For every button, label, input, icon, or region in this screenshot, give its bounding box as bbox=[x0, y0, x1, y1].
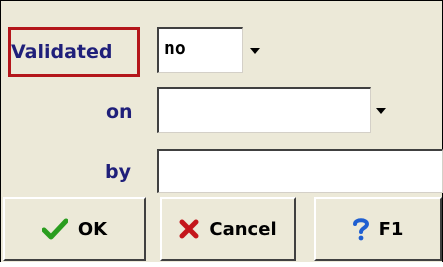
by-field[interactable] bbox=[157, 149, 443, 193]
ok-button-label: OK bbox=[77, 218, 108, 240]
validated-select[interactable]: no bbox=[157, 27, 243, 73]
bottom-whitespace bbox=[0, 262, 443, 267]
on-date-dropdown-button[interactable] bbox=[371, 87, 391, 133]
on-label: on bbox=[106, 101, 133, 123]
help-button[interactable]: F1 bbox=[314, 197, 442, 261]
cancel-button[interactable]: Cancel bbox=[160, 197, 296, 261]
on-date-field[interactable] bbox=[157, 87, 371, 133]
ok-button[interactable]: OK bbox=[3, 197, 146, 261]
help-button-label: F1 bbox=[378, 218, 404, 240]
validated-label: Validated bbox=[11, 41, 113, 63]
check-icon bbox=[41, 218, 68, 240]
cancel-button-label: Cancel bbox=[209, 218, 277, 240]
question-icon bbox=[352, 217, 369, 241]
validated-select-value: no bbox=[164, 38, 186, 59]
x-icon bbox=[179, 219, 199, 239]
validation-dialog: Validated no on by OK Cancel F1 bbox=[0, 0, 443, 267]
by-label: by bbox=[105, 161, 131, 183]
validated-dropdown-button[interactable] bbox=[245, 27, 265, 73]
